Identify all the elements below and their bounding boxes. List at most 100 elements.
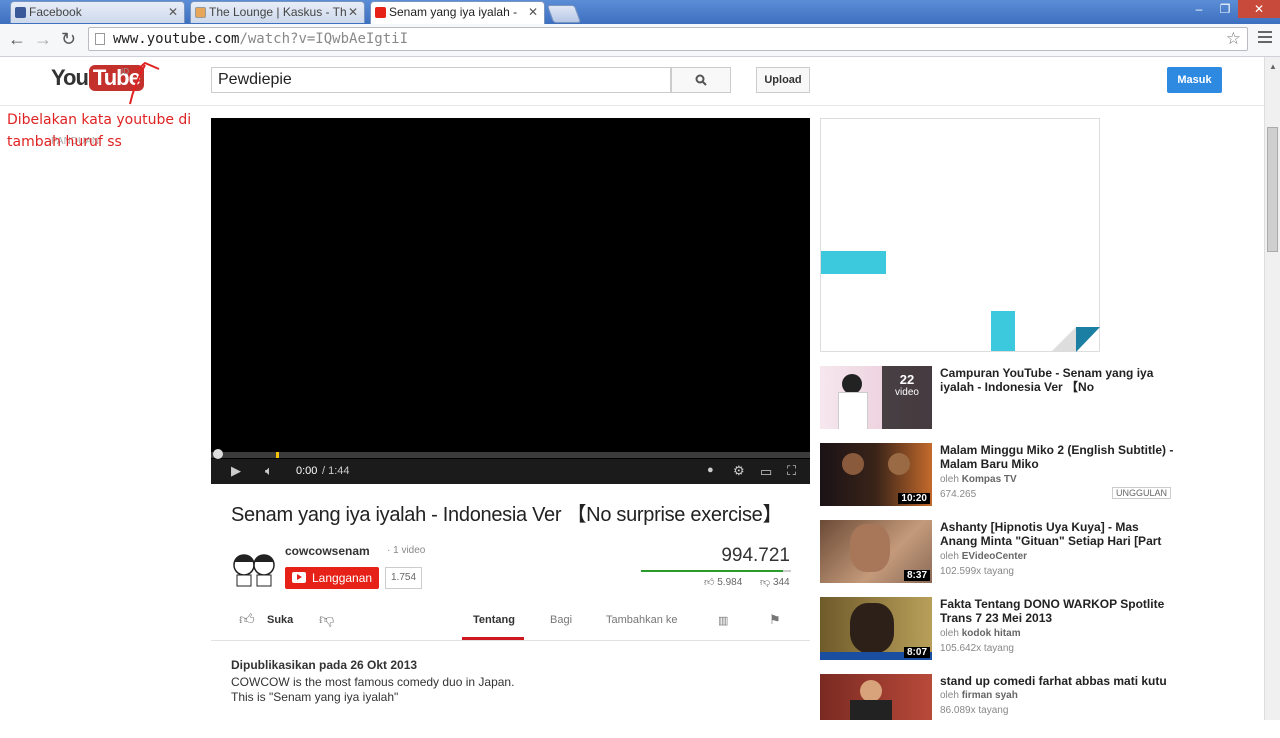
channel-name[interactable]: cowcowsenam [285,544,370,558]
by-prefix: oleh [940,474,959,485]
related-title[interactable]: Fakta Tentang DONO WARKOP Spotlite Trans… [940,597,1175,625]
youtube-header: You Tube ID Pewdiepie Upload Masuk [0,57,1264,106]
browser-menu-icon[interactable] [1258,31,1272,46]
related-channel: oleh EVideoCenter [940,551,1027,562]
tab-add-to[interactable]: Tambahkan ke [606,614,678,626]
description-line-2: This is "Senam yang iya iyalah" [231,690,399,704]
related-title[interactable]: Ashanty [Hipnotis Uya Kuya] - Mas Anang … [940,520,1175,548]
video-description: COWCOW is the most famous comedy duo in … [231,675,561,705]
tab-close-icon[interactable]: ✕ [168,5,178,19]
progress-knob[interactable] [213,449,223,459]
related-views: 102.599x tayang [940,566,1014,577]
page-scrollbar[interactable]: ▲ [1264,57,1280,720]
url-text: www.youtube.com/watch?v=IQwbAeIgtiI [113,31,408,47]
annotation-text: Dibelakan kata youtube di tambah huruf s… [7,112,192,150]
playlist-label: video [895,387,919,398]
channel-link[interactable]: EVideoCenter [962,551,1027,562]
scroll-up-icon[interactable]: ▲ [1269,62,1277,71]
page-icon [95,33,105,45]
search-button[interactable] [671,67,731,93]
video-thumbnail[interactable]: 8:37 [820,520,932,583]
related-video[interactable]: 8:07 Fakta Tentang DONO WARKOP Spotlite … [820,597,1180,661]
scrollbar-thumb[interactable] [1267,127,1278,252]
ad-corner-icon [1051,327,1100,352]
fullscreen-icon[interactable]: ⛶ [787,463,796,479]
channel-link[interactable]: Kompas TV [962,474,1017,485]
url-domain: www.youtube.com [113,31,240,47]
video-duration: 8:07 [903,647,930,658]
subscribe-button[interactable]: Langganan [285,567,379,589]
related-video-playlist[interactable]: 22 video Campuran YouTube - Senam yang i… [820,366,1180,430]
related-video[interactable]: 10:20 Malam Minggu Miko 2 (English Subti… [820,443,1180,507]
address-bar[interactable]: www.youtube.com/watch?v=IQwbAeIgtiI ☆ [88,27,1248,51]
tab-share[interactable]: Bagi [550,614,572,626]
dislike-count-value: 344 [772,577,790,588]
related-title[interactable]: stand up comedi farhat abbas mati kutu [940,674,1175,688]
tab-close-icon[interactable]: ✕ [348,5,358,19]
related-video[interactable]: stand up comedi farhat abbas mati kutu o… [820,674,1180,738]
flag-icon[interactable]: ⚑ [769,612,781,628]
publish-date: Dipublikasikan pada 26 Okt 2013 [231,658,418,672]
maximize-button[interactable]: ❐ [1212,0,1238,18]
video-thumbnail[interactable] [820,674,932,720]
browser-toolbar: ← → ↻ www.youtube.com/watch?v=IQwbAeIgti… [0,24,1280,57]
video-player[interactable] [211,118,810,484]
thumb-figure [838,392,868,429]
player-controls: ▶ 🔈︎ 0:00 / 1:44 ● ⚙ ▭ ⛶ [211,459,810,484]
related-title[interactable]: Campuran YouTube - Senam yang iya iyalah… [940,366,1175,394]
minimize-button[interactable]: – [1186,0,1212,18]
like-button[interactable]: Suka [267,614,293,626]
related-views: 105.642x tayang [940,643,1014,654]
tab-label: Facebook [29,5,82,19]
tab-about[interactable]: Tentang [473,614,515,626]
stats-icon[interactable]: ▥ [718,614,728,627]
tab-kaskus[interactable]: The Lounge | Kaskus - Th ✕ [190,1,365,23]
browser-titlebar: Facebook ✕ The Lounge | Kaskus - Th ✕ Se… [0,0,1280,24]
new-tab-button[interactable] [546,5,582,23]
close-window-button[interactable]: ✕ [1238,0,1280,18]
bookmark-star-icon[interactable]: ☆ [1226,29,1241,49]
related-title[interactable]: Malam Minggu Miko 2 (English Subtitle) -… [940,443,1175,471]
by-prefix: oleh [940,551,959,562]
search-input[interactable]: Pewdiepie [211,67,671,93]
tab-youtube[interactable]: Senam yang iya iyalah - ✕ [370,1,545,24]
ad-banner[interactable] [820,118,1100,352]
tab-facebook[interactable]: Facebook ✕ [10,1,185,23]
progress-bar[interactable] [211,449,810,459]
annotation-arrow-icon [129,61,160,105]
related-views: 86.089x tayang [940,705,1009,716]
related-channel: oleh kodok hitam [940,628,1021,639]
by-prefix: oleh [940,628,959,639]
channel-avatar[interactable] [231,548,276,588]
thumb-figure [842,453,864,475]
time-total: / 1:44 [322,465,350,477]
subscribe-label: Langganan [312,571,373,585]
video-thumbnail[interactable]: 10:20 [820,443,932,506]
channel-link[interactable]: kodok hitam [962,628,1021,639]
ad-shape [991,311,1015,351]
signin-button[interactable]: Masuk [1167,67,1222,93]
view-count: 994.721 [721,545,790,566]
video-thumbnail[interactable]: 22 video [820,366,932,429]
play-icon[interactable]: ▶ [231,463,241,479]
dislike-thumb-icon[interactable]: 👎︎ [319,611,334,629]
upload-button[interactable]: Upload [756,67,810,93]
related-video[interactable]: 8:37 Ashanty [Hipnotis Uya Kuya] - Mas A… [820,520,1180,584]
back-arrow-icon[interactable]: ← [8,29,26,50]
url-path: /watch?v=IQwbAeIgtiI [239,31,409,47]
reload-icon[interactable]: ↻ [61,29,76,50]
volume-icon[interactable]: 🔈︎ [265,463,273,479]
channel-link[interactable]: firman syah [962,690,1018,701]
watch-later-icon[interactable]: ● [707,464,714,476]
youtube-play-icon [292,572,306,583]
thumb-figure [860,680,882,702]
description-line-1: COWCOW is the most famous comedy duo in … [231,675,515,689]
channel-video-count: · 1 video [387,545,426,556]
forward-arrow-icon[interactable]: → [34,29,52,50]
video-thumbnail[interactable]: 8:07 [820,597,932,660]
theater-mode-icon[interactable]: ▭ [760,464,772,480]
dislike-count: 👎︎ 344 [760,577,790,588]
like-thumb-icon[interactable]: 👍︎ [239,611,255,629]
settings-gear-icon[interactable]: ⚙ [733,463,745,479]
tab-close-icon[interactable]: ✕ [528,5,538,19]
